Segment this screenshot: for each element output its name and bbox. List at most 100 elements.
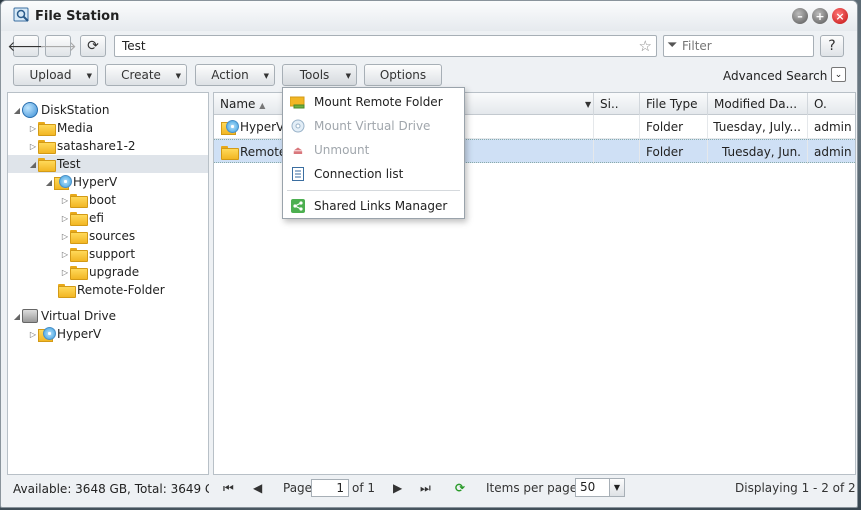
page-label: Page bbox=[283, 481, 313, 495]
page-number-input[interactable]: 1 bbox=[311, 479, 349, 497]
tree-item-boot[interactable]: ▷ boot bbox=[60, 191, 116, 209]
column-header-owner[interactable]: O. bbox=[808, 93, 856, 115]
refresh-button[interactable]: ⟳ bbox=[80, 35, 106, 57]
tree-item-sources[interactable]: ▷ sources bbox=[60, 227, 135, 245]
collapsed-arrow-icon[interactable]: ▷ bbox=[28, 142, 38, 151]
title-bar[interactable]: File Station – + × bbox=[1, 1, 857, 31]
chevron-down-icon: ▼ bbox=[263, 72, 269, 80]
items-per-page-select[interactable]: 50 ▼ bbox=[575, 478, 625, 497]
close-button[interactable]: × bbox=[832, 8, 848, 24]
chevron-down-icon: ▼ bbox=[86, 72, 92, 80]
tree-label: Virtual Drive bbox=[41, 309, 117, 323]
open-folder-icon bbox=[38, 158, 56, 172]
refresh-icon[interactable]: ⟳ bbox=[455, 481, 465, 495]
folder-icon bbox=[70, 266, 88, 280]
cell-owner: admin bbox=[814, 145, 852, 159]
tools-button[interactable]: Tools ▼ bbox=[282, 64, 357, 86]
tree-label: efi bbox=[89, 211, 104, 225]
tree-item-diskstation[interactable]: ◢ DiskStation bbox=[12, 101, 109, 119]
tree-label: Test bbox=[57, 157, 81, 171]
file-name: HyperV bbox=[240, 120, 285, 134]
menu-label: Mount Remote Folder bbox=[314, 95, 443, 109]
minimize-button[interactable]: – bbox=[792, 8, 808, 24]
expanded-arrow-icon[interactable]: ◢ bbox=[44, 178, 54, 187]
options-button[interactable]: Options bbox=[364, 64, 442, 86]
advanced-search-link[interactable]: Advanced Search bbox=[723, 69, 827, 83]
first-page-icon[interactable]: ⏮ bbox=[223, 481, 234, 496]
tree-label: HyperV bbox=[57, 327, 102, 341]
forward-arrow-icon: 🡒 bbox=[39, 38, 77, 55]
virtual-drive-icon bbox=[22, 309, 38, 323]
forward-button[interactable]: 🡒 bbox=[39, 35, 77, 57]
back-button[interactable]: 🡐 bbox=[7, 35, 45, 57]
help-label: ? bbox=[828, 38, 836, 54]
collapsed-arrow-icon[interactable]: ▷ bbox=[28, 330, 38, 339]
mounted-disc-folder-icon bbox=[54, 174, 72, 190]
refresh-icon: ⟳ bbox=[87, 38, 99, 54]
column-header-file-type[interactable]: File Type bbox=[640, 93, 708, 115]
tree-item-vd-hyperv[interactable]: ▷ HyperV bbox=[28, 325, 101, 343]
column-menu-chevron-icon[interactable]: ▼ bbox=[585, 100, 591, 109]
column-header-modified[interactable]: Modified Da... bbox=[708, 93, 808, 115]
menu-label: Connection list bbox=[314, 167, 404, 181]
upload-button[interactable]: Upload ▼ bbox=[13, 64, 98, 86]
tree-item-satashare[interactable]: ▷ satashare1-2 bbox=[28, 137, 136, 155]
tree-item-media[interactable]: ▷ Media bbox=[28, 119, 93, 137]
collapsed-arrow-icon[interactable]: ▷ bbox=[60, 268, 70, 277]
collapsed-arrow-icon[interactable]: ▷ bbox=[28, 124, 38, 133]
tree-item-upgrade[interactable]: ▷ upgrade bbox=[60, 263, 139, 281]
action-button[interactable]: Action ▼ bbox=[195, 64, 275, 86]
file-station-icon bbox=[13, 7, 29, 22]
star-icon[interactable]: ☆ bbox=[639, 37, 652, 55]
filter-field[interactable]: ⏷ bbox=[663, 35, 814, 57]
collapsed-arrow-icon[interactable]: ▷ bbox=[60, 196, 70, 205]
tree-item-support[interactable]: ▷ support bbox=[60, 245, 135, 263]
menu-item-shared-links-manager[interactable]: Shared Links Manager bbox=[283, 194, 464, 218]
collapsed-arrow-icon[interactable]: ▷ bbox=[60, 214, 70, 223]
maximize-button[interactable]: + bbox=[812, 8, 828, 24]
sort-asc-icon: ▲ bbox=[259, 101, 266, 110]
next-page-icon[interactable]: ▶ bbox=[393, 481, 402, 495]
toolbar: Upload ▼ Create ▼ Action ▼ Tools ▼ Optio… bbox=[1, 61, 857, 89]
share-icon bbox=[290, 199, 306, 213]
path-field[interactable]: Test ☆ bbox=[114, 35, 657, 57]
folder-icon bbox=[38, 122, 56, 136]
folder-icon bbox=[70, 248, 88, 262]
pagination-bar: ⏮ ◀ Page 1 of 1 ▶ ⏭ ⟳ Items per page 50 … bbox=[213, 475, 856, 501]
menu-item-mount-remote-folder[interactable]: Mount Remote Folder bbox=[283, 90, 464, 114]
create-button[interactable]: Create ▼ bbox=[105, 64, 187, 86]
cell-size bbox=[594, 115, 640, 139]
tree-item-hyperv[interactable]: ◢ HyperV bbox=[44, 173, 117, 191]
mounted-disc-folder-icon bbox=[38, 326, 56, 342]
mounted-disc-folder-icon bbox=[221, 119, 239, 135]
tree-label: Remote-Folder bbox=[77, 283, 165, 297]
folder-tree: ◢ DiskStation ▷ Media ▷ satashare1-2 ◢ T… bbox=[7, 92, 209, 475]
help-button[interactable]: ? bbox=[820, 35, 844, 57]
collapsed-arrow-icon[interactable]: ▷ bbox=[60, 250, 70, 259]
tree-item-remote-folder[interactable]: Remote-Folder bbox=[48, 281, 165, 299]
column-header-size[interactable]: Si.. bbox=[594, 93, 640, 115]
diskstation-globe-icon bbox=[22, 102, 38, 118]
expanded-arrow-icon[interactable]: ◢ bbox=[12, 106, 22, 115]
expanded-arrow-icon[interactable]: ◢ bbox=[28, 160, 38, 169]
expand-chevron-icon[interactable]: ⌄ bbox=[831, 67, 846, 82]
disc-icon bbox=[290, 119, 306, 133]
menu-item-connection-list[interactable]: Connection list bbox=[283, 162, 464, 186]
menu-item-unmount[interactable]: ⏏ Unmount bbox=[283, 138, 464, 162]
chevron-down-icon[interactable]: ▼ bbox=[609, 479, 624, 496]
collapsed-arrow-icon[interactable]: ▷ bbox=[60, 232, 70, 241]
cell-modified: Tuesday, Jun. bbox=[708, 140, 808, 164]
tree-item-virtual-drive[interactable]: ◢ Virtual Drive bbox=[12, 307, 116, 325]
last-page-icon[interactable]: ⏭ bbox=[420, 481, 431, 496]
tools-dropdown-menu: Mount Remote Folder Mount Virtual Drive … bbox=[282, 87, 465, 219]
expanded-arrow-icon[interactable]: ◢ bbox=[12, 312, 22, 321]
chevron-down-icon: ▼ bbox=[175, 72, 181, 80]
cell-modified: Tuesday, July... bbox=[708, 115, 808, 139]
menu-item-mount-virtual-drive[interactable]: Mount Virtual Drive bbox=[283, 114, 464, 138]
filter-input[interactable] bbox=[682, 39, 807, 53]
tree-label: sources bbox=[89, 229, 136, 243]
action-label: Action bbox=[211, 68, 249, 82]
prev-page-icon[interactable]: ◀ bbox=[253, 481, 262, 495]
tree-item-efi[interactable]: ▷ efi bbox=[60, 209, 104, 227]
tree-item-test[interactable]: ◢ Test bbox=[8, 155, 208, 173]
